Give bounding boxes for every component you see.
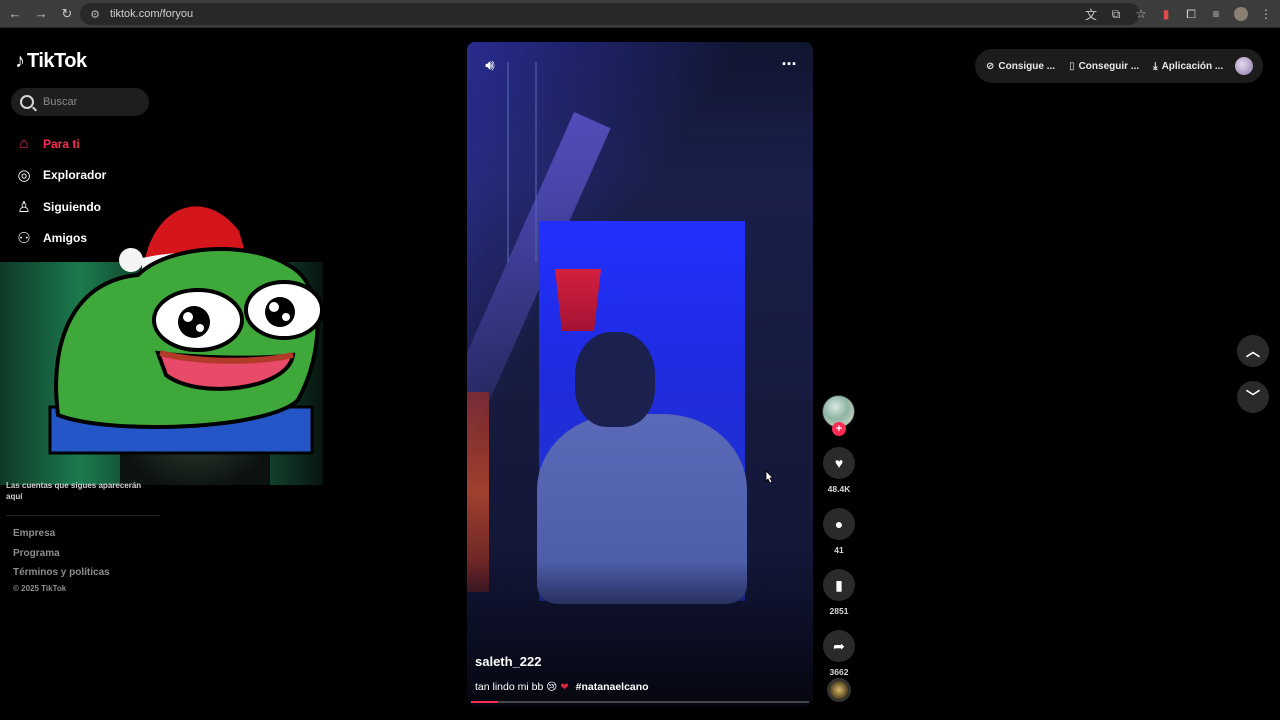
phone-icon: ▯ <box>1069 60 1075 72</box>
top-actions-bar: ⊘ Consigue ... ▯ Conseguir ... ⤓ Aplicac… <box>975 49 1263 83</box>
share-icon[interactable]: ➦ <box>823 630 855 662</box>
profile-avatar[interactable] <box>1233 3 1249 25</box>
copyright-text: © 2025 TikTok <box>13 584 67 593</box>
friends-icon: ⚇ <box>17 230 31 248</box>
chevron-down-icon: ﹀ <box>1246 389 1260 405</box>
reload-icon[interactable]: ↻ <box>56 3 78 25</box>
pill-label: Consigue ... <box>998 60 1056 72</box>
music-disc-icon[interactable] <box>827 678 851 702</box>
video-caption: tan lindo mi bb 😢 ❤ #natanaelcano <box>475 681 649 693</box>
sidebar-item-label: Para ti <box>43 136 80 151</box>
follow-plus-icon[interactable]: + <box>832 422 846 436</box>
performer-head <box>575 332 655 427</box>
download-app-button[interactable]: ⤓ Aplicación ... <box>1153 61 1223 72</box>
following-empty-note: Las cuentas que sigues aparecerán aquí <box>6 481 142 501</box>
extensions-icon[interactable]: ⧠ <box>1183 3 1199 25</box>
install-app-icon[interactable]: ⧉ <box>1108 3 1124 25</box>
next-video-button[interactable]: ﹀ <box>1237 381 1269 413</box>
sidebar-item-para-ti[interactable]: ⌂ Para ti <box>15 128 106 160</box>
pill-label: Conseguir ... <box>1078 60 1140 72</box>
save-action: ▮ 2851 <box>822 569 856 616</box>
like-count: 48.4K <box>827 484 851 494</box>
author-avatar[interactable]: + <box>822 395 855 436</box>
search-icon <box>20 95 34 109</box>
logo-text: TikTok <box>27 50 87 72</box>
home-icon: ⌂ <box>19 135 29 153</box>
stage-truss <box>507 62 537 262</box>
browser-actions: 文 ⧉ ☆ ▮ ⧠ ≡ ⋮ <box>1083 3 1274 25</box>
hashtag-link[interactable]: #natanaelcano <box>576 681 649 693</box>
comment-action: ● 41 <box>822 508 856 555</box>
back-icon[interactable]: ← <box>4 3 26 25</box>
extension-record-icon[interactable]: ▮ <box>1158 3 1174 25</box>
tiktok-logo[interactable]: ♪ TikTok <box>15 50 87 73</box>
get-coins-button[interactable]: ⊘ Consigue ... <box>986 61 1055 72</box>
bookmark-star-icon[interactable]: ☆ <box>1133 3 1149 25</box>
caption-text: tan lindo mi bb <box>475 681 544 693</box>
video-player[interactable]: 🔊︎ ··· saleth_222 tan lindo mi bb 😢 ❤ #n… <box>467 42 813 706</box>
translate-icon[interactable]: 文 <box>1083 3 1099 25</box>
site-info-icon[interactable]: ⚙ <box>88 7 102 21</box>
mouse-cursor-icon <box>765 470 774 484</box>
pepe-frog-emote-icon <box>48 246 324 455</box>
previous-video-button[interactable]: ︿ <box>1237 335 1269 367</box>
share-action: ➦ 3662 <box>822 630 856 677</box>
forward-icon[interactable]: → <box>30 3 52 25</box>
sidebar-divider <box>6 515 160 516</box>
save-count: 2851 <box>829 606 849 616</box>
share-count: 3662 <box>829 667 849 677</box>
sidebar-footer: Empresa Programa Términos y políticas <box>13 527 110 586</box>
footer-link-programa[interactable]: Programa <box>13 547 110 567</box>
crying-emoji-icon: 😢 <box>546 681 558 693</box>
video-progress-bar[interactable] <box>471 701 809 703</box>
video-actions: + ♥ 48.4K ● 41 ▮ 2851 ➦ 3662 <box>822 395 856 677</box>
search-box[interactable] <box>11 88 149 116</box>
heart-icon[interactable]: ♥ <box>823 447 855 479</box>
address-bar[interactable]: ⚙ tiktok.com/foryou <box>80 3 1140 25</box>
like-action: ♥ 48.4K <box>822 447 856 494</box>
chevron-up-icon: ︿ <box>1246 343 1260 359</box>
comment-icon[interactable]: ● <box>823 508 855 540</box>
coin-icon: ⊘ <box>986 60 995 72</box>
following-icon: ♙ <box>17 198 31 216</box>
bookmark-icon[interactable]: ▮ <box>823 569 855 601</box>
download-icon: ⤓ <box>1153 60 1158 72</box>
volume-icon[interactable]: 🔊︎ <box>481 56 499 74</box>
footer-link-terminos[interactable]: Términos y políticas <box>13 566 110 586</box>
pill-label: Aplicación ... <box>1161 60 1224 72</box>
footer-link-empresa[interactable]: Empresa <box>13 527 110 547</box>
tiktok-note-icon: ♪ <box>15 50 25 72</box>
user-avatar[interactable] <box>1235 57 1253 75</box>
browser-toolbar: ← → ↻ ⚙ tiktok.com/foryou 文 ⧉ ☆ ▮ ⧠ ≡ ⋮ <box>0 0 1280 28</box>
sidebar-item-label: Explorador <box>43 168 107 183</box>
search-input[interactable] <box>43 96 143 108</box>
video-author[interactable]: saleth_222 <box>475 654 542 669</box>
video-progress-fill <box>471 701 499 703</box>
more-options-icon[interactable]: ··· <box>779 54 799 74</box>
red-heart-emoji-icon: ❤ <box>560 681 569 693</box>
compass-icon: ◎ <box>17 167 31 185</box>
get-app-button[interactable]: ▯ Conseguir ... <box>1069 61 1139 72</box>
menu-kebab-icon[interactable]: ⋮ <box>1258 3 1274 25</box>
media-controls-icon[interactable]: ≡ <box>1208 3 1224 25</box>
url-text[interactable]: tiktok.com/foryou <box>110 8 193 20</box>
comment-count: 41 <box>834 545 844 555</box>
red-cup <box>555 269 601 331</box>
